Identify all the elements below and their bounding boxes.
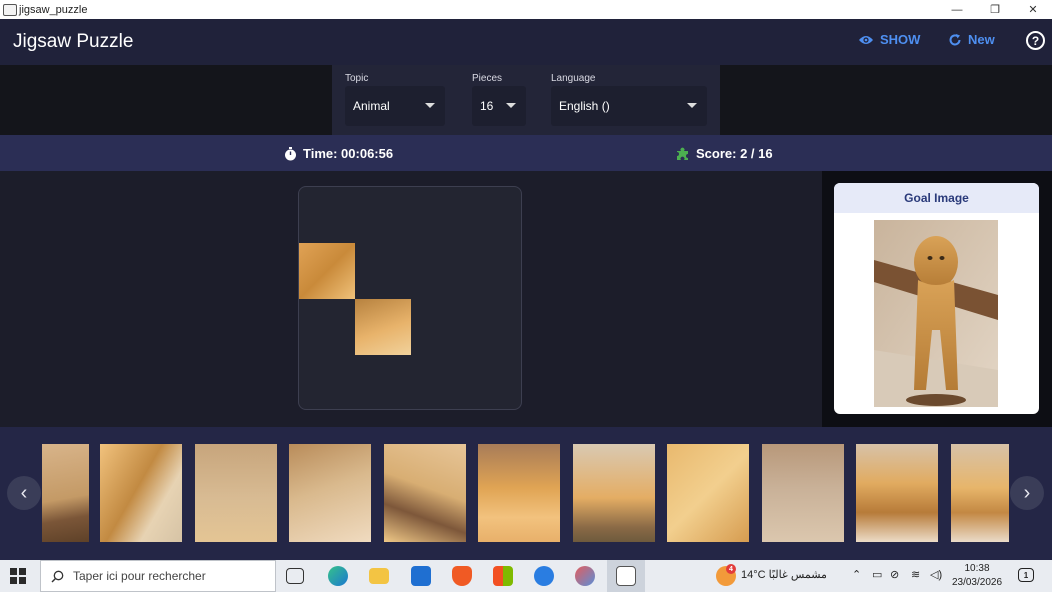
- window-title: jigsaw_puzzle: [19, 3, 88, 16]
- chevron-down-icon: [506, 103, 516, 108]
- app-window-icon: [3, 3, 17, 16]
- jigsaw-app-icon[interactable]: [616, 566, 636, 586]
- goal-heading: Goal Image: [834, 183, 1039, 213]
- placed-piece[interactable]: [299, 243, 355, 299]
- tray-prev-button[interactable]: ‹: [7, 476, 41, 510]
- puzzle-board[interactable]: [298, 186, 522, 410]
- chevron-up-icon[interactable]: ⌃: [852, 568, 861, 581]
- tray-next-button[interactable]: ›: [1010, 476, 1044, 510]
- tray-piece[interactable]: [289, 444, 371, 542]
- score-text: Score: 2 / 16: [696, 146, 773, 161]
- language-label: Language: [551, 73, 596, 84]
- app-icon-a[interactable]: [534, 566, 554, 586]
- task-view-icon[interactable]: [286, 568, 304, 584]
- search-icon: [51, 570, 64, 583]
- tray-piece[interactable]: [384, 444, 466, 542]
- placed-piece[interactable]: [355, 299, 411, 355]
- taskbar-search-box[interactable]: Taper ici pour rechercher: [40, 560, 276, 592]
- tray-piece[interactable]: [478, 444, 560, 542]
- system-clock[interactable]: 10:38 23/03/2026: [948, 562, 1006, 590]
- clock-date: 23/03/2026: [951, 577, 1003, 588]
- chevron-left-icon: ‹: [20, 481, 28, 504]
- chevron-down-icon: [425, 103, 435, 108]
- speaker-icon[interactable]: ◁): [930, 568, 942, 581]
- brave-browser-icon[interactable]: [452, 566, 472, 586]
- refresh-icon: [949, 33, 961, 45]
- tray-piece[interactable]: [195, 444, 277, 542]
- score: Score: 2 / 16: [676, 146, 773, 161]
- tray-piece[interactable]: [856, 444, 938, 542]
- window-controls: — ❐ ✕: [938, 0, 1052, 19]
- chevron-right-icon: ›: [1023, 481, 1031, 504]
- tray-piece[interactable]: [951, 444, 1009, 542]
- edge-browser-icon[interactable]: [328, 566, 348, 586]
- tray-piece[interactable]: [42, 444, 89, 542]
- tray-piece[interactable]: [667, 444, 749, 542]
- language-value: English (): [559, 99, 610, 113]
- eye-icon: [859, 35, 873, 44]
- app-title: Jigsaw Puzzle: [13, 31, 134, 52]
- topic-select[interactable]: Animal: [345, 86, 445, 126]
- close-button[interactable]: ✕: [1014, 0, 1052, 19]
- app-bar: Jigsaw Puzzle SHOW New ?: [0, 19, 1052, 65]
- wifi-icon[interactable]: ≋: [911, 568, 920, 581]
- tray-piece[interactable]: [573, 444, 655, 542]
- help-button[interactable]: ?: [1026, 31, 1045, 50]
- network-off-icon[interactable]: ⊘: [890, 568, 899, 581]
- weather-text[interactable]: 14°C مشمس غالبًا: [741, 568, 827, 581]
- clock-time: 10:38: [964, 563, 990, 574]
- windows-start-icon[interactable]: [10, 568, 26, 584]
- new-button-label: New: [968, 32, 995, 47]
- restore-button[interactable]: ❐: [976, 0, 1014, 19]
- puzzle-piece-icon: [677, 147, 688, 160]
- language-select[interactable]: English (): [551, 86, 707, 126]
- pieces-select[interactable]: 16: [472, 86, 526, 126]
- topic-value: Animal: [353, 99, 390, 113]
- weather-badge: 4: [726, 564, 736, 574]
- tray-piece[interactable]: [762, 444, 844, 542]
- app-icon-globe[interactable]: [575, 566, 595, 586]
- goal-image: [874, 220, 998, 407]
- show-button[interactable]: SHOW: [858, 32, 920, 47]
- minimize-button[interactable]: —: [938, 0, 976, 19]
- goal-card: Goal Image: [834, 183, 1039, 414]
- timer-text: Time: 00:06:56: [303, 146, 394, 161]
- show-button-label: SHOW: [880, 32, 921, 47]
- notification-icon[interactable]: 1: [1018, 568, 1034, 582]
- notification-count: 1: [1023, 570, 1029, 580]
- topic-label: Topic: [345, 73, 369, 84]
- window-titlebar: jigsaw_puzzle — ❐ ✕: [0, 0, 1052, 19]
- help-icon: ?: [1031, 33, 1040, 48]
- chevron-down-icon: [687, 103, 697, 108]
- timer: Time: 00:06:56: [284, 146, 393, 161]
- stopwatch-icon: [285, 146, 296, 160]
- tray-piece[interactable]: [100, 444, 182, 542]
- search-placeholder: Taper ici pour rechercher: [73, 569, 206, 583]
- outlook-icon[interactable]: [411, 566, 431, 586]
- new-game-button[interactable]: New: [948, 32, 995, 47]
- battery-icon[interactable]: ▭: [872, 568, 882, 581]
- pieces-label: Pieces: [472, 73, 503, 84]
- status-bar: [0, 135, 1052, 171]
- pieces-value: 16: [480, 99, 494, 113]
- microsoft-store-icon[interactable]: [493, 566, 513, 586]
- file-explorer-icon[interactable]: [369, 568, 389, 584]
